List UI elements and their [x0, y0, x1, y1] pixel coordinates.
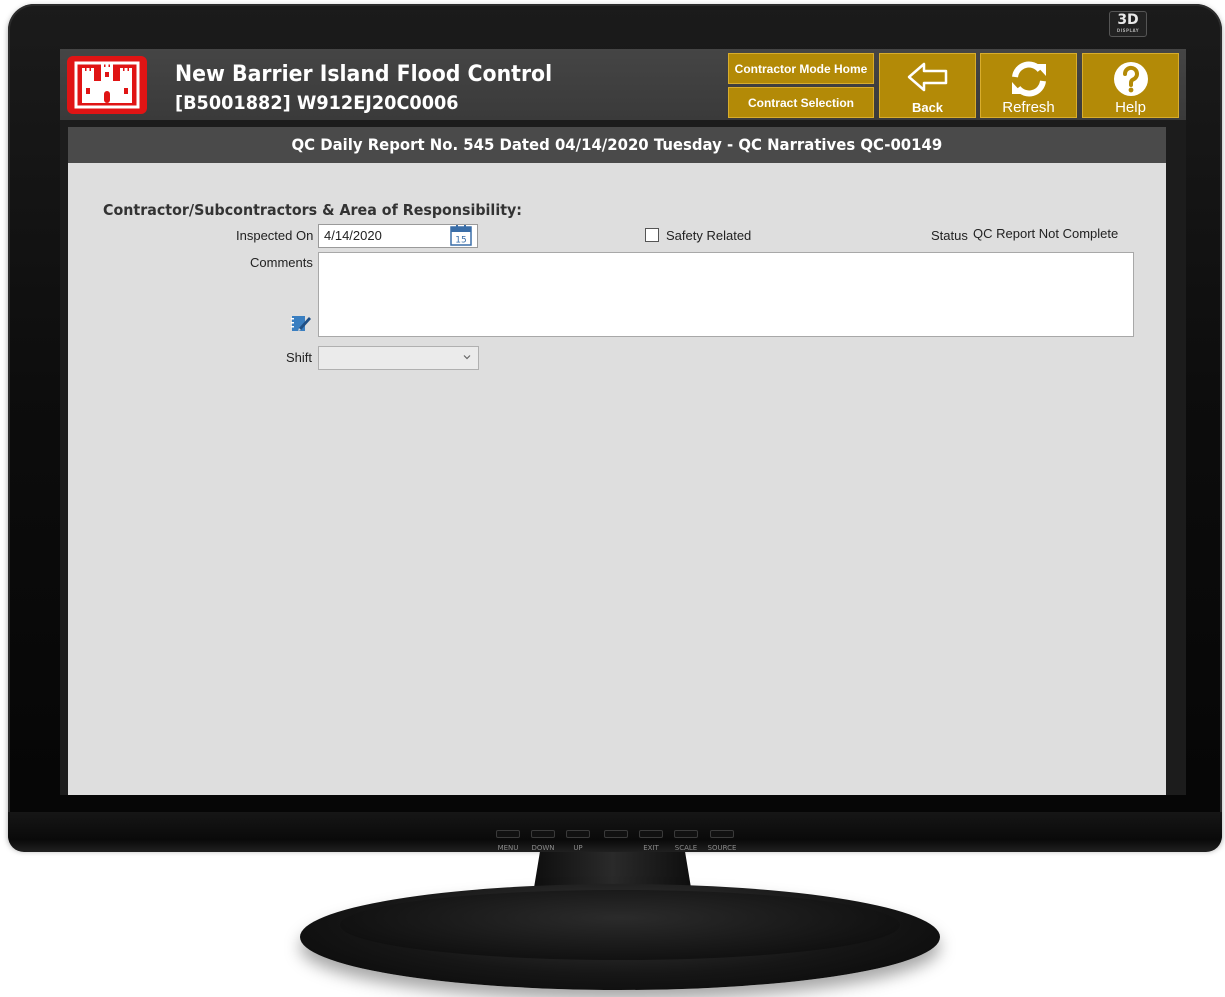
monitor-up-button[interactable]: UP — [563, 830, 593, 852]
shift-label: Shift — [286, 350, 313, 365]
3d-badge-subtext: DISPLAY — [1116, 28, 1140, 33]
refresh-label: Refresh — [1002, 99, 1055, 116]
back-arrow-icon — [880, 60, 975, 98]
report-title: QC Daily Report No. 545 Dated 04/14/2020… — [291, 135, 943, 154]
safety-related-label: Safety Related — [666, 228, 752, 243]
calendar-icon[interactable]: 15 — [450, 225, 472, 246]
contractor-mode-home-button[interactable]: Contractor Mode Home — [728, 53, 874, 84]
status-label: Status — [931, 228, 968, 243]
inspected-on-label: Inspected On — [236, 228, 314, 243]
section-heading: Contractor/Subcontractors & Area of Resp… — [103, 201, 523, 219]
monitor-blank-button[interactable] — [601, 830, 631, 844]
shift-dropdown[interactable] — [318, 346, 479, 370]
app-header: New Barrier Island Flood Control [B50018… — [60, 49, 1186, 120]
comments-textarea[interactable] — [318, 252, 1134, 337]
monitor-exit-button[interactable]: EXIT — [636, 830, 666, 852]
castle-icon — [67, 56, 147, 114]
back-label: Back — [911, 100, 944, 115]
edit-notes-icon[interactable] — [290, 313, 312, 333]
calendar-day-text: 15 — [455, 236, 466, 246]
monitor-down-label: DOWN — [531, 844, 555, 852]
help-label: Help — [1115, 99, 1146, 116]
refresh-button[interactable]: Refresh — [980, 53, 1077, 118]
monitor-scale-button[interactable]: SCALE — [671, 830, 701, 852]
monitor-menu-label: MENU — [497, 844, 519, 852]
monitor-down-button[interactable]: DOWN — [528, 830, 558, 852]
help-icon — [1083, 60, 1178, 98]
3d-badge-text: 3D — [1117, 12, 1139, 28]
back-button[interactable]: Back — [879, 53, 976, 118]
contract-selection-button[interactable]: Contract Selection — [728, 87, 874, 118]
chevron-down-icon — [463, 355, 471, 360]
contract-id: [B5001882] W912EJ20C0006 — [175, 92, 459, 114]
help-button[interactable]: Help — [1082, 53, 1179, 118]
monitor-up-label: UP — [573, 844, 583, 852]
monitor-source-label: SOURCE — [707, 844, 737, 852]
refresh-icon — [981, 60, 1076, 98]
main-content: QC Daily Report No. 545 Dated 04/14/2020… — [68, 127, 1166, 795]
monitor-stand-top — [340, 890, 900, 960]
3d-badge: 3D DISPLAY — [1109, 11, 1147, 37]
safety-related-checkbox[interactable] — [645, 228, 659, 242]
monitor-exit-label: EXIT — [643, 844, 659, 852]
app-title: New Barrier Island Flood Control — [175, 62, 553, 87]
monitor-scale-label: SCALE — [674, 844, 698, 852]
comments-label: Comments — [250, 255, 313, 270]
monitor-source-button[interactable]: SOURCE — [707, 830, 737, 852]
monitor-menu-button[interactable]: MENU — [493, 830, 523, 852]
status-value: QC Report Not Complete — [973, 226, 1119, 241]
screen: New Barrier Island Flood Control [B50018… — [60, 49, 1186, 795]
report-title-bar: QC Daily Report No. 545 Dated 04/14/2020… — [68, 127, 1166, 163]
